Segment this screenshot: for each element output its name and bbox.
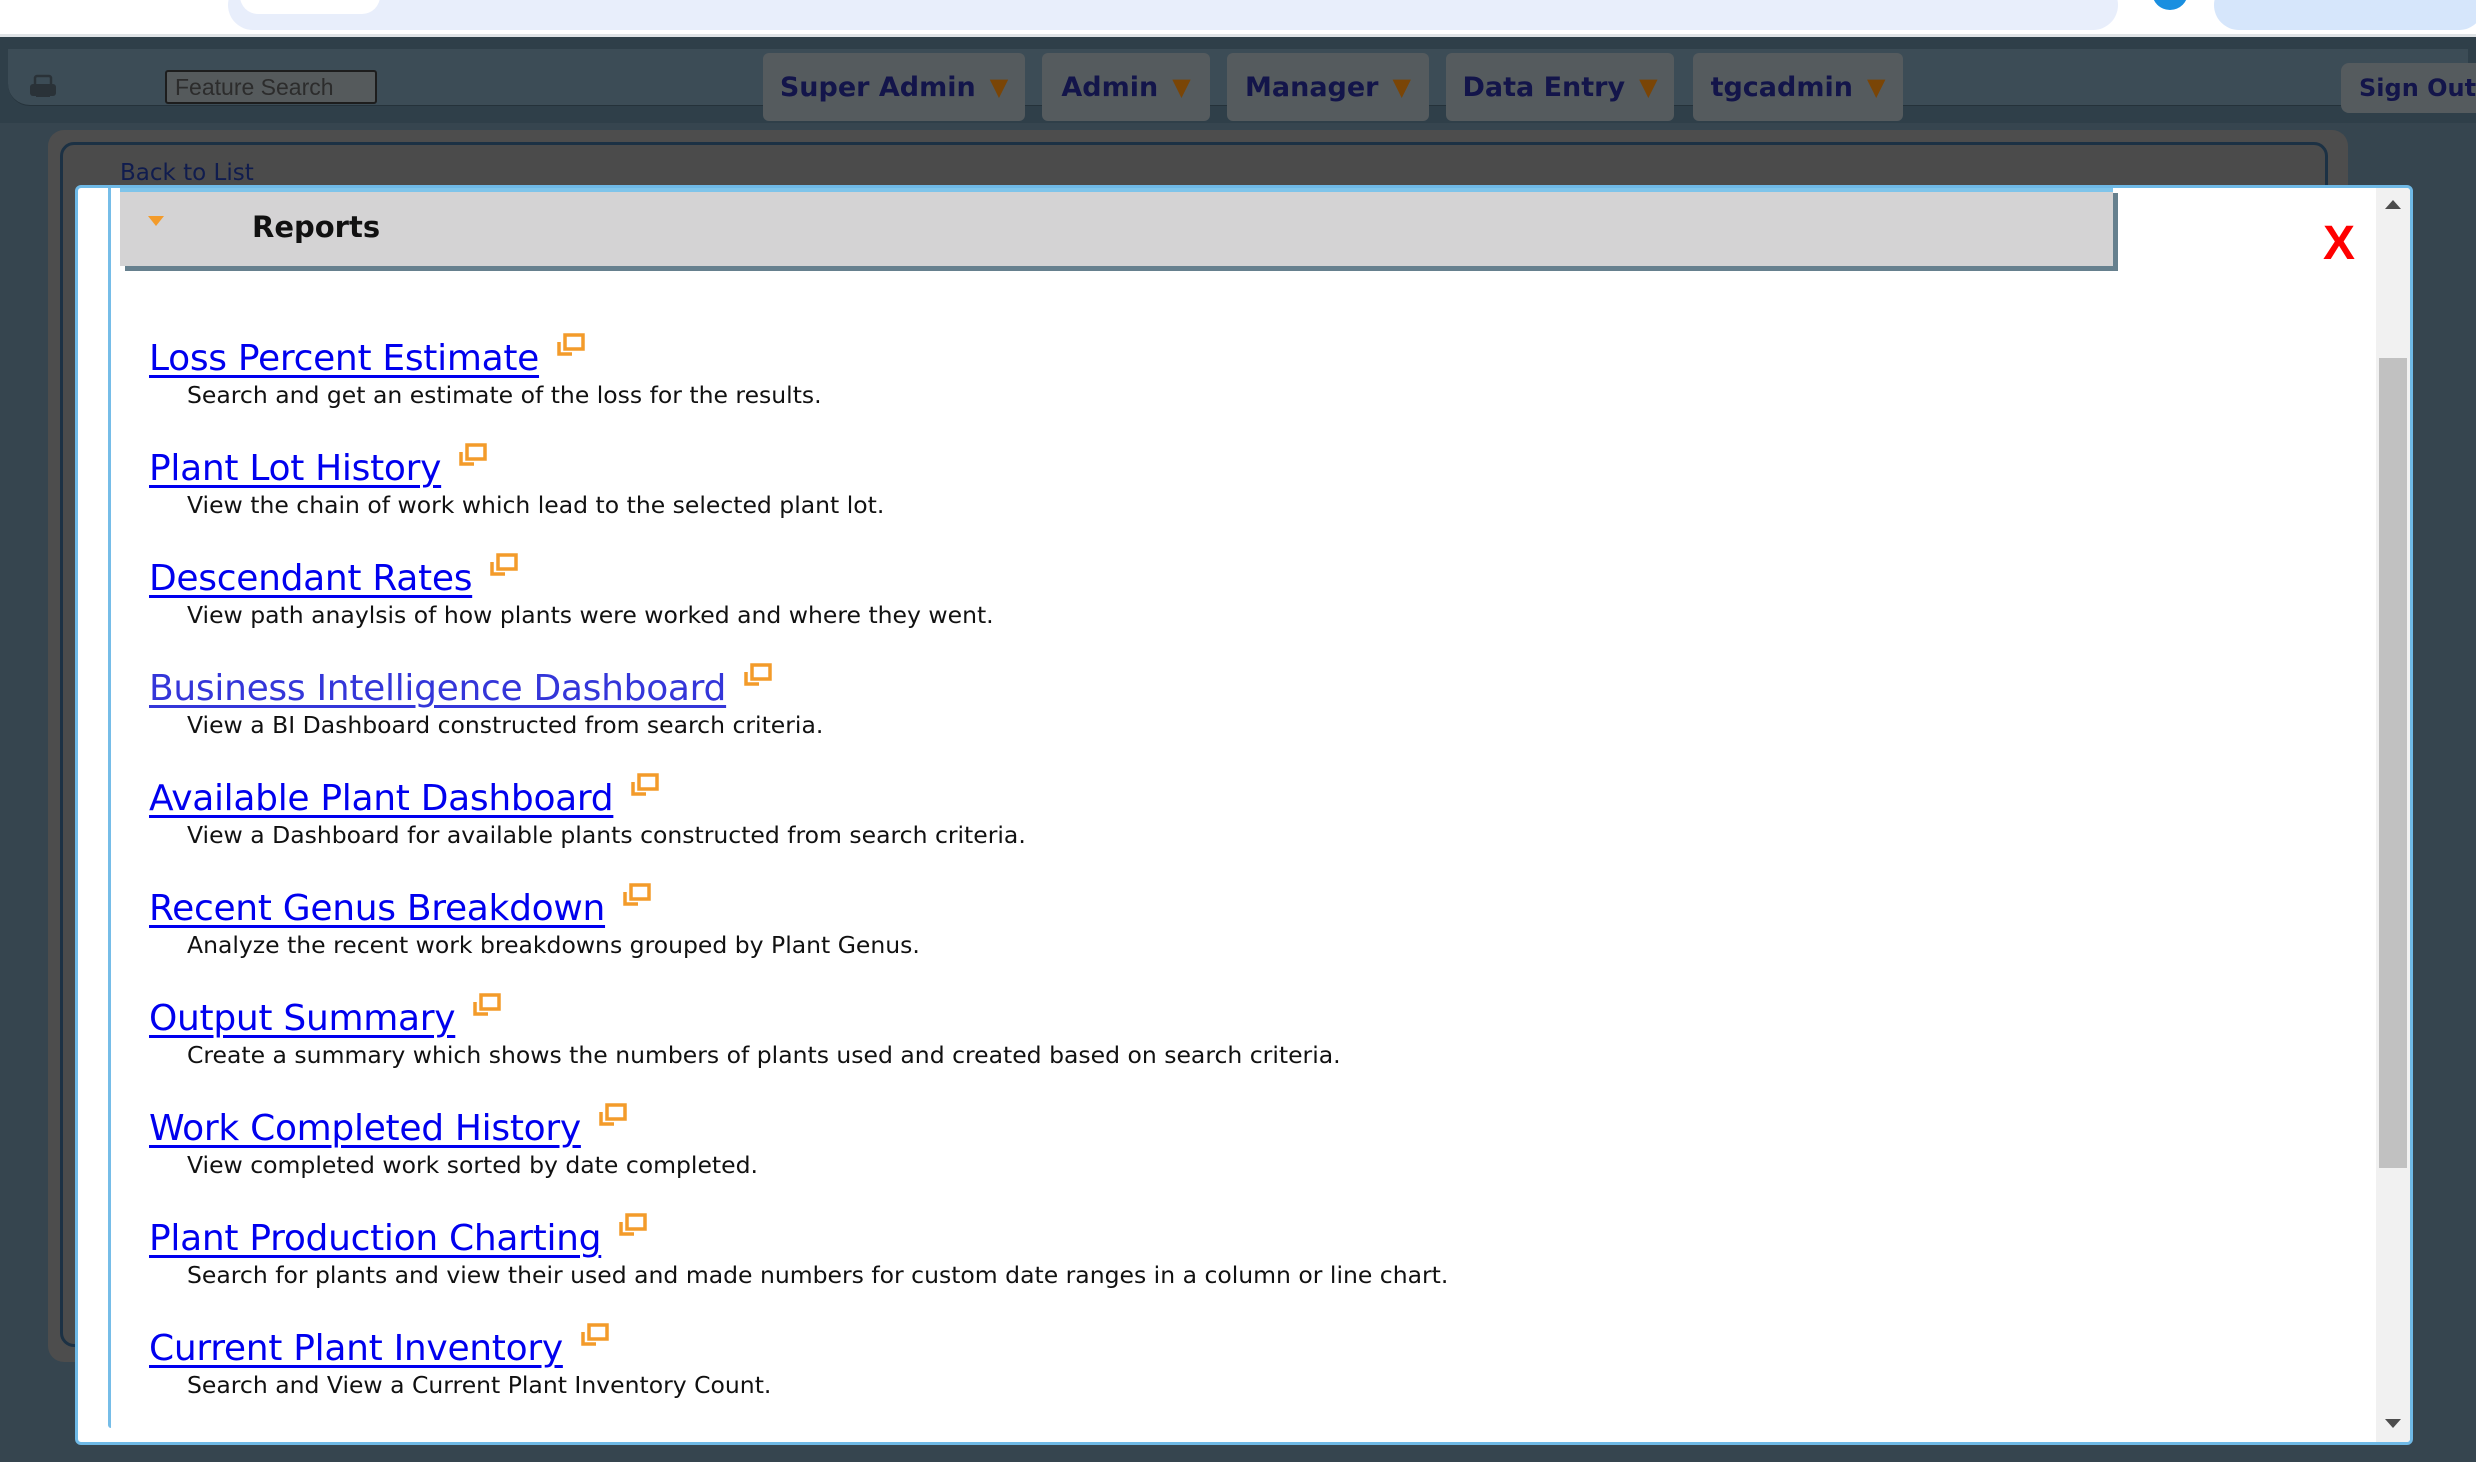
report-description: Create a summary which shows the numbers… — [187, 1041, 1341, 1069]
report-link-recent-genus-breakdown[interactable]: Recent Genus Breakdown — [149, 888, 605, 929]
browser-chrome — [0, 0, 2476, 34]
scroll-up-arrow-icon[interactable] — [2385, 200, 2401, 209]
caret-down-icon: ▼ — [1172, 73, 1191, 101]
reports-section-header[interactable]: Reports — [120, 188, 2113, 266]
report-link-loss-percent-estimate[interactable]: Loss Percent Estimate — [149, 338, 539, 379]
back-to-list-link[interactable]: Back to List — [120, 160, 254, 186]
open-new-window-icon[interactable] — [458, 442, 488, 468]
site-info-chip[interactable] — [240, 0, 380, 14]
report-item: Business Intelligence Dashboard View a B… — [149, 663, 1448, 778]
open-new-window-icon[interactable] — [743, 662, 773, 688]
menu-label: Admin — [1061, 71, 1159, 103]
menu-super-admin[interactable]: Super Admin ▼ — [763, 53, 1025, 121]
report-item: Output Summary Create a summary which sh… — [149, 993, 1448, 1108]
report-link-available-plant-dashboard[interactable]: Available Plant Dashboard — [149, 778, 614, 819]
report-item: Loss Percent Estimate Search and get an … — [149, 333, 1448, 448]
report-item: Available Plant Dashboard View a Dashboa… — [149, 773, 1448, 888]
profile-icon[interactable] — [2152, 0, 2188, 10]
modal-inner-border — [108, 188, 111, 1428]
open-new-window-icon[interactable] — [630, 772, 660, 798]
open-new-window-icon[interactable] — [618, 1212, 648, 1238]
address-bar[interactable] — [228, 0, 2118, 30]
report-description: Search and get an estimate of the loss f… — [187, 381, 822, 409]
feature-search-input[interactable] — [165, 70, 377, 104]
report-link-business-intelligence-dashboard[interactable]: Business Intelligence Dashboard — [149, 668, 726, 709]
open-new-window-icon[interactable] — [622, 882, 652, 908]
menu-admin[interactable]: Admin ▼ — [1042, 53, 1210, 121]
caret-down-icon: ▼ — [1639, 73, 1658, 101]
report-link-plant-production-charting[interactable]: Plant Production Charting — [149, 1218, 602, 1259]
scrollbar-thumb[interactable] — [2379, 358, 2407, 1168]
report-item: Recent Genus Breakdown Analyze the recen… — [149, 883, 1448, 998]
report-item: Work Completed History View completed wo… — [149, 1103, 1448, 1218]
printer-icon[interactable] — [26, 71, 60, 105]
report-description: View path anaylsis of how plants were wo… — [187, 601, 994, 629]
scroll-down-arrow-icon[interactable] — [2385, 1419, 2401, 1428]
report-link-work-completed-history[interactable]: Work Completed History — [149, 1108, 581, 1149]
reports-title: Reports — [252, 210, 381, 244]
top-navbar: Super Admin ▼ Admin ▼ Manager ▼ Data Ent… — [0, 34, 2476, 123]
caret-down-icon: ▼ — [1392, 73, 1411, 101]
report-description: Search for plants and view their used an… — [187, 1261, 1449, 1289]
browser-extension-pill[interactable] — [2214, 0, 2476, 30]
report-description: Analyze the recent work breakdowns group… — [187, 931, 920, 959]
open-new-window-icon[interactable] — [472, 992, 502, 1018]
report-item: Plant Production Charting Search for pla… — [149, 1213, 1449, 1328]
navbar-inner: Super Admin ▼ Admin ▼ Manager ▼ Data Ent… — [8, 49, 2476, 121]
report-list: Loss Percent Estimate Search and get an … — [149, 333, 1449, 1438]
report-link-plant-lot-history[interactable]: Plant Lot History — [149, 448, 441, 489]
report-description: Search and View a Current Plant Inventor… — [187, 1371, 772, 1399]
report-link-current-plant-inventory[interactable]: Current Plant Inventory — [149, 1328, 563, 1369]
report-link-output-summary[interactable]: Output Summary — [149, 998, 456, 1039]
modal-scrollbar[interactable] — [2376, 188, 2410, 1442]
menu-label: tgcadmin — [1710, 71, 1853, 103]
open-new-window-icon[interactable] — [489, 552, 519, 578]
caret-down-icon: ▼ — [1866, 73, 1886, 101]
menu-manager[interactable]: Manager ▼ — [1227, 53, 1429, 121]
report-description: View completed work sorted by date compl… — [187, 1151, 758, 1179]
menu-label: Manager — [1245, 71, 1379, 103]
menu-user-tgcadmin[interactable]: tgcadmin ▼ — [1693, 53, 1903, 121]
report-link-descendant-rates[interactable]: Descendant Rates — [149, 558, 472, 599]
close-button[interactable]: X — [2323, 220, 2355, 268]
caret-down-icon: ▼ — [989, 73, 1009, 101]
report-description: View a BI Dashboard constructed from sea… — [187, 711, 824, 739]
open-new-window-icon[interactable] — [580, 1322, 610, 1348]
menu-label: Super Admin — [779, 71, 976, 103]
report-item: Current Plant Inventory Search and View … — [149, 1323, 1448, 1438]
reports-modal: Reports X Loss Percent Estimate Search a… — [75, 185, 2413, 1445]
collapse-arrow-icon[interactable] — [148, 216, 164, 226]
report-item: Descendant Rates View path anaylsis of h… — [149, 553, 1448, 668]
report-description: View a Dashboard for available plants co… — [187, 821, 1026, 849]
open-new-window-icon[interactable] — [556, 332, 586, 358]
report-description: View the chain of work which lead to the… — [187, 491, 885, 519]
sign-out-button[interactable]: Sign Out — [2341, 63, 2476, 113]
open-new-window-icon[interactable] — [598, 1102, 628, 1128]
menu-data-entry[interactable]: Data Entry ▼ — [1446, 53, 1674, 121]
menu-label: Data Entry — [1462, 71, 1626, 103]
report-item: Plant Lot History View the chain of work… — [149, 443, 1448, 558]
